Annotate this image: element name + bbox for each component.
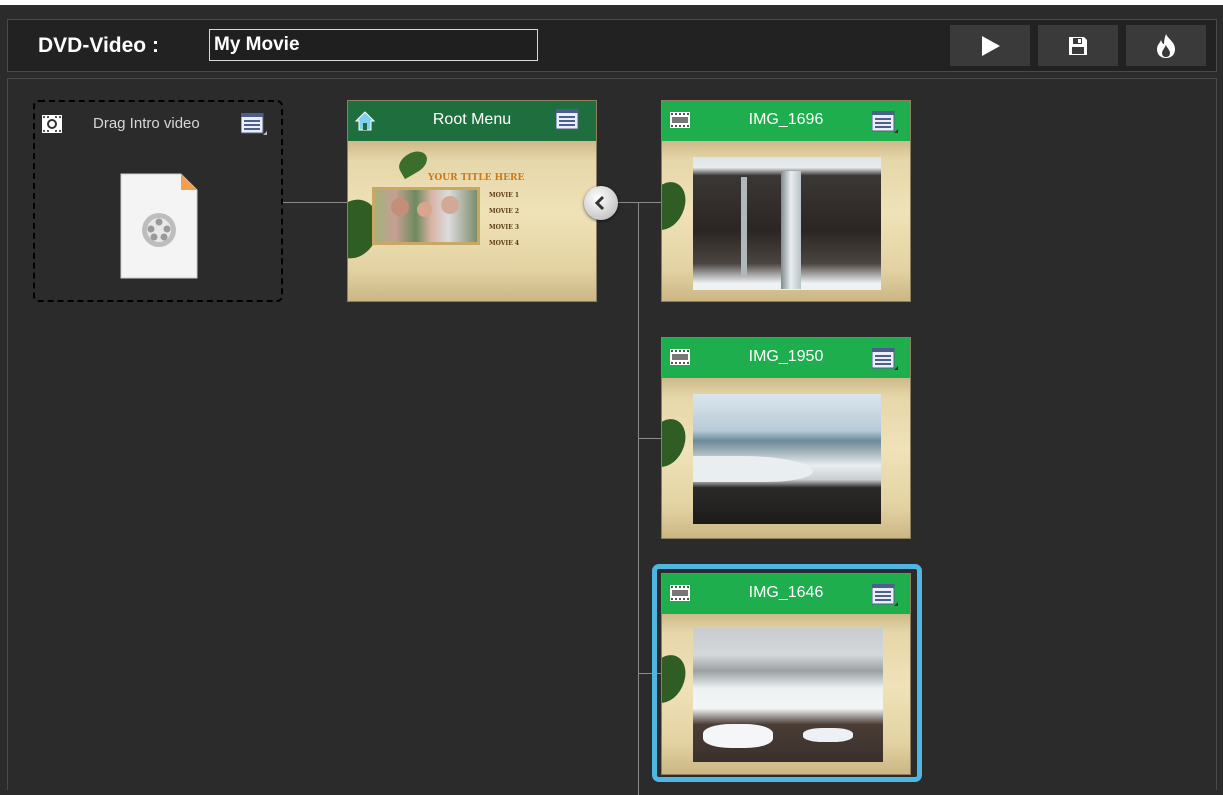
dvd-video-label: DVD-Video : xyxy=(38,34,159,57)
root-menu-title: Root Menu xyxy=(432,111,512,128)
menu-list-icon[interactable] xyxy=(872,584,898,606)
wave-foam xyxy=(693,456,813,482)
play-icon xyxy=(982,35,1000,56)
disc-title-input[interactable] xyxy=(209,29,538,61)
leaf-decoration xyxy=(662,648,693,710)
save-button[interactable] xyxy=(1038,25,1118,66)
snow-thumbnail xyxy=(693,628,883,762)
title-card[interactable]: IMG_1950 xyxy=(661,337,911,539)
menu-list-icon[interactable] xyxy=(872,111,898,133)
photo-person xyxy=(391,198,409,216)
burn-icon xyxy=(1157,33,1175,58)
title-card-name: IMG_1950 xyxy=(748,348,824,365)
intro-video-label: Drag Intro video xyxy=(93,115,200,132)
waterfall-thumbnail xyxy=(693,157,881,290)
title-card-name: IMG_1646 xyxy=(748,584,824,601)
photo-person xyxy=(417,202,432,217)
leaf-decoration xyxy=(395,146,431,180)
menu-preview-item: MOVIE 4 xyxy=(489,240,520,247)
root-menu-preview: YOUR TITLE HERE MOVIE 1 MOVIE 2 MOVIE 3 … xyxy=(348,141,596,301)
menu-preview-item: MOVIE 1 xyxy=(489,192,520,199)
chevron-left-icon xyxy=(594,195,605,211)
connector-title-2 xyxy=(638,438,661,439)
waterfall-stream xyxy=(781,171,801,289)
menu-list-icon[interactable] xyxy=(241,113,267,135)
video-file-icon xyxy=(120,173,198,279)
menu-preview-photo xyxy=(372,187,480,245)
home-icon xyxy=(355,111,375,131)
intro-clock-icon xyxy=(42,115,62,133)
title-card-preview xyxy=(662,614,910,774)
connector-trunk xyxy=(638,202,639,795)
menu-preview-item: MOVIE 2 xyxy=(489,208,520,215)
title-card-preview xyxy=(662,141,910,301)
play-button[interactable] xyxy=(950,25,1030,66)
photo-person xyxy=(441,196,459,214)
waterfall-stream xyxy=(741,177,747,277)
menu-preview-title: YOUR TITLE HERE xyxy=(428,173,525,183)
film-icon xyxy=(670,112,690,128)
beach-thumbnail xyxy=(693,394,881,524)
collapse-chevron-button[interactable] xyxy=(584,186,618,220)
leaf-decoration xyxy=(662,412,693,474)
menu-list-icon[interactable] xyxy=(556,109,582,131)
save-icon xyxy=(1069,36,1087,55)
film-icon xyxy=(670,585,690,601)
menu-preview-item: MOVIE 3 xyxy=(489,224,520,231)
intro-video-dropzone[interactable]: Drag Intro video xyxy=(33,100,283,302)
film-icon xyxy=(670,349,690,365)
snow-patch xyxy=(703,724,773,748)
root-menu-card[interactable]: Root Menu YOUR TITLE HERE MOVIE 1 MOVIE … xyxy=(347,100,597,302)
burn-button[interactable] xyxy=(1126,25,1206,66)
leaf-decoration xyxy=(662,175,693,237)
connector-intro-root xyxy=(283,202,347,203)
title-card[interactable]: IMG_1646 xyxy=(661,573,911,775)
title-card-preview xyxy=(662,378,910,538)
title-card-name: IMG_1696 xyxy=(748,111,824,128)
title-card[interactable]: IMG_1696 xyxy=(661,100,911,302)
dvd-header-bar: DVD-Video : xyxy=(7,19,1217,72)
menu-list-icon[interactable] xyxy=(872,348,898,370)
snow-patch xyxy=(803,728,853,742)
